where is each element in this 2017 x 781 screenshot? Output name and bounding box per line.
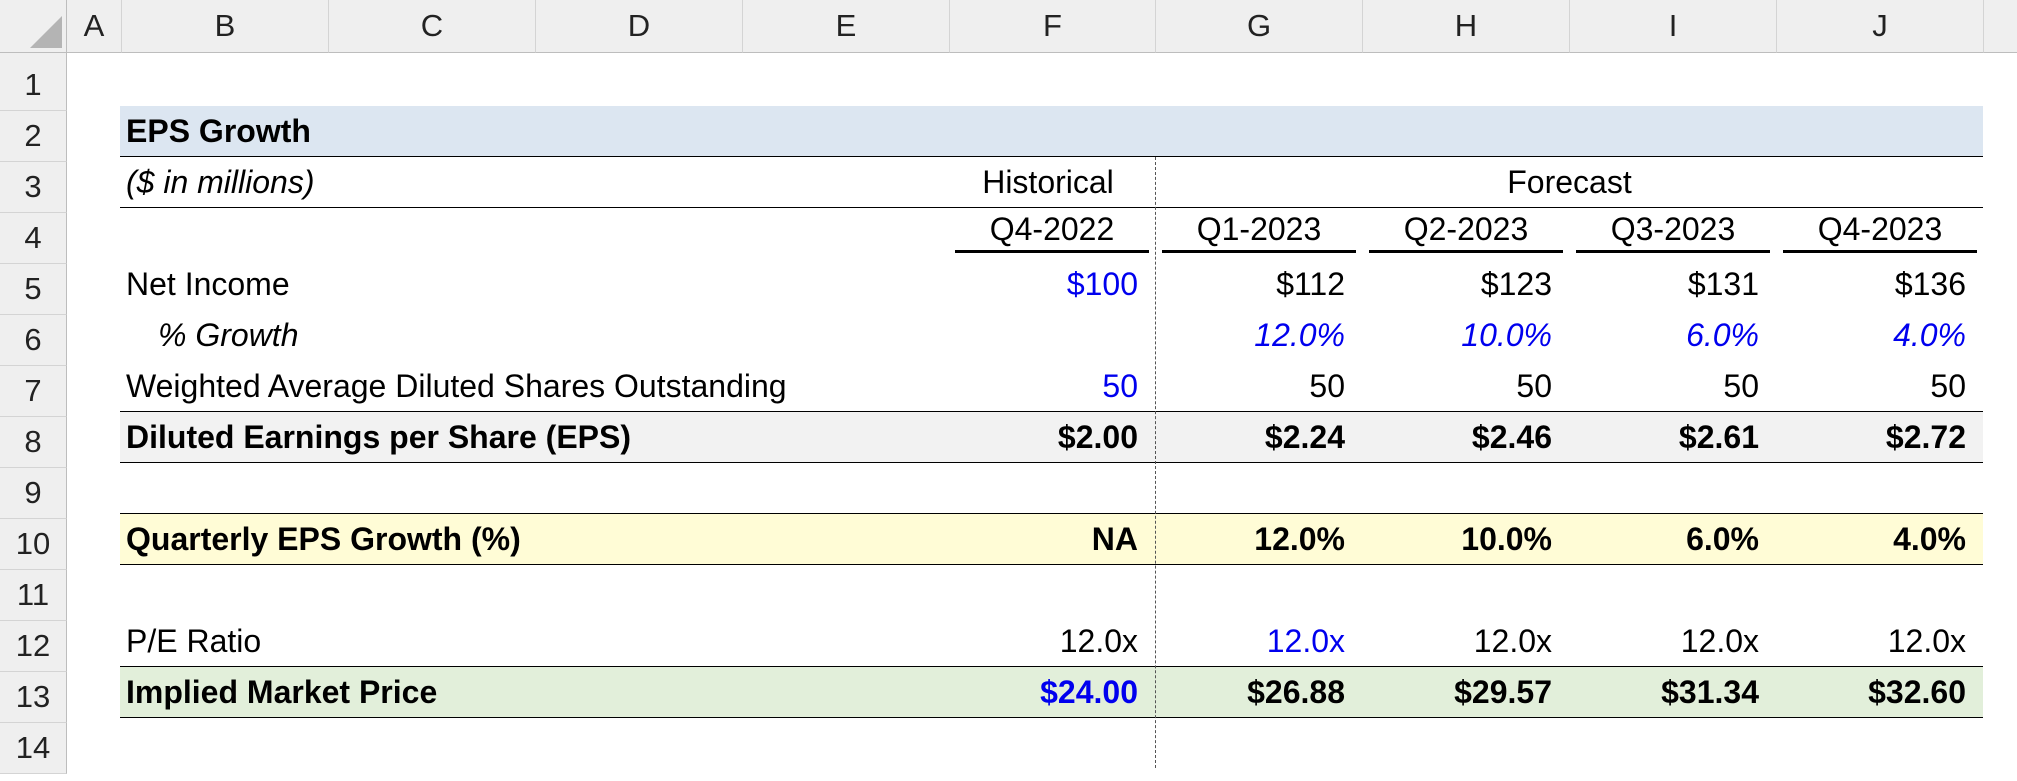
column-header-k[interactable] bbox=[1984, 0, 2017, 53]
pe-i[interactable]: 12.0x bbox=[1570, 616, 1759, 667]
units-label: ($ in millions) bbox=[126, 164, 315, 200]
select-all-triangle-icon bbox=[30, 16, 62, 48]
growth-h[interactable]: 10.0% bbox=[1363, 310, 1552, 361]
eps-growth-j[interactable]: 4.0% bbox=[1777, 514, 1966, 565]
net-income-j[interactable]: $136 bbox=[1777, 259, 1966, 310]
row-header-14[interactable]: 14 bbox=[0, 723, 67, 774]
row-header-3[interactable]: 3 bbox=[0, 162, 67, 213]
shares-h[interactable]: 50 bbox=[1363, 361, 1552, 412]
eps-growth-g[interactable]: 12.0% bbox=[1156, 514, 1345, 565]
pe-h[interactable]: 12.0x bbox=[1363, 616, 1552, 667]
column-header-j[interactable]: J bbox=[1777, 0, 1984, 53]
row-header-gap bbox=[0, 53, 67, 60]
column-header-i[interactable]: I bbox=[1570, 0, 1777, 53]
growth-i[interactable]: 6.0% bbox=[1570, 310, 1759, 361]
period-header-i: Q3-2023 bbox=[1610, 211, 1736, 247]
growth-f[interactable] bbox=[950, 310, 1138, 361]
shares-label: Weighted Average Diluted Shares Outstand… bbox=[126, 368, 787, 404]
eps-i[interactable]: $2.61 bbox=[1570, 412, 1759, 463]
net-income-label: Net Income bbox=[126, 266, 290, 302]
pe-label: P/E Ratio bbox=[126, 623, 262, 659]
row-header-12[interactable]: 12 bbox=[0, 621, 67, 672]
column-header-c[interactable]: C bbox=[329, 0, 536, 53]
net-income-g[interactable]: $112 bbox=[1156, 259, 1345, 310]
shares-g[interactable]: 50 bbox=[1156, 361, 1345, 412]
period-header-j: Q4-2023 bbox=[1817, 211, 1943, 247]
row-header-6[interactable]: 6 bbox=[0, 315, 67, 366]
eps-f[interactable]: $2.00 bbox=[950, 412, 1138, 463]
eps-label: Diluted Earnings per Share (EPS) bbox=[126, 419, 631, 455]
historical-label: Historical bbox=[982, 164, 1114, 200]
eps-growth-h[interactable]: 10.0% bbox=[1363, 514, 1552, 565]
column-header-f[interactable]: F bbox=[950, 0, 1156, 53]
row-header-10[interactable]: 10 bbox=[0, 519, 67, 570]
pe-j[interactable]: 12.0x bbox=[1777, 616, 1966, 667]
column-header-g[interactable]: G bbox=[1156, 0, 1363, 53]
row-header-5[interactable]: 5 bbox=[0, 264, 67, 315]
row-header-2[interactable]: 2 bbox=[0, 111, 67, 162]
row-header-13[interactable]: 13 bbox=[0, 672, 67, 723]
pe-g[interactable]: 12.0x bbox=[1156, 616, 1345, 667]
price-g[interactable]: $26.88 bbox=[1156, 667, 1345, 718]
column-header-h[interactable]: H bbox=[1363, 0, 1570, 53]
eps-growth-f[interactable]: NA bbox=[950, 514, 1138, 565]
shares-j[interactable]: 50 bbox=[1777, 361, 1966, 412]
eps-h[interactable]: $2.46 bbox=[1363, 412, 1552, 463]
shares-i[interactable]: 50 bbox=[1570, 361, 1759, 412]
growth-label: % Growth bbox=[158, 317, 299, 353]
period-header-h: Q2-2023 bbox=[1403, 211, 1529, 247]
eps-growth-label: Quarterly EPS Growth (%) bbox=[126, 521, 521, 557]
price-f[interactable]: $24.00 bbox=[950, 667, 1138, 718]
row-header-7[interactable]: 7 bbox=[0, 366, 67, 417]
price-label: Implied Market Price bbox=[126, 674, 438, 710]
growth-g[interactable]: 12.0% bbox=[1156, 310, 1345, 361]
title-row-fill bbox=[120, 106, 1983, 157]
net-income-f[interactable]: $100 bbox=[950, 259, 1138, 310]
price-h[interactable]: $29.57 bbox=[1363, 667, 1552, 718]
forecast-label: Forecast bbox=[1507, 164, 1632, 200]
table-title: EPS Growth bbox=[126, 113, 311, 149]
eps-growth-i[interactable]: 6.0% bbox=[1570, 514, 1759, 565]
row-header-1[interactable]: 1 bbox=[0, 60, 67, 111]
column-header-e[interactable]: E bbox=[743, 0, 950, 53]
shares-f[interactable]: 50 bbox=[950, 361, 1138, 412]
price-i[interactable]: $31.34 bbox=[1570, 667, 1759, 718]
row-header-9[interactable]: 9 bbox=[0, 468, 67, 519]
growth-j[interactable]: 4.0% bbox=[1777, 310, 1966, 361]
period-header-f: Q4-2022 bbox=[989, 211, 1115, 247]
net-income-h[interactable]: $123 bbox=[1363, 259, 1552, 310]
row-header-11[interactable]: 11 bbox=[0, 570, 67, 621]
row-header-8[interactable]: 8 bbox=[0, 417, 67, 468]
eps-j[interactable]: $2.72 bbox=[1777, 412, 1966, 463]
price-j[interactable]: $32.60 bbox=[1777, 667, 1966, 718]
net-income-i[interactable]: $131 bbox=[1570, 259, 1759, 310]
column-header-a[interactable]: A bbox=[67, 0, 122, 53]
pe-f[interactable]: 12.0x bbox=[950, 616, 1138, 667]
column-header-b[interactable]: B bbox=[122, 0, 329, 53]
row-header-4[interactable]: 4 bbox=[0, 213, 67, 264]
eps-g[interactable]: $2.24 bbox=[1156, 412, 1345, 463]
column-header-d[interactable]: D bbox=[536, 0, 743, 53]
period-header-g: Q1-2023 bbox=[1196, 211, 1322, 247]
